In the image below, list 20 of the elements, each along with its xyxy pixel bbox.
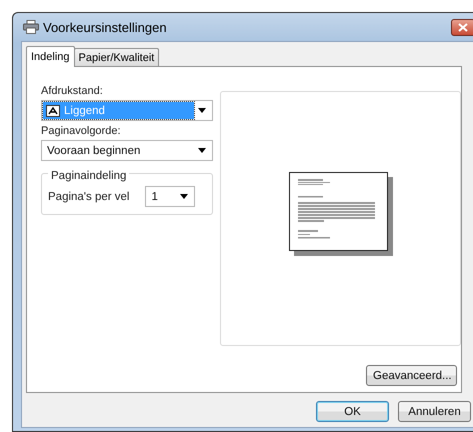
close-icon (458, 22, 468, 32)
field-label: Afdrukstand: (41, 85, 104, 97)
group-title: Paginaindeling (48, 170, 130, 182)
tab[interactable]: Indeling (26, 46, 75, 67)
caret-icon (198, 108, 206, 113)
dialog-button[interactable]: OK (316, 401, 389, 422)
close-button[interactable] (451, 18, 473, 36)
field-label: Paginavolgorde: (41, 125, 122, 137)
caret-icon (198, 148, 206, 153)
dropdown-value: Liggend (64, 104, 105, 116)
printer-icon (23, 20, 39, 34)
field-label: Pagina's per vel (48, 190, 130, 202)
advanced-button[interactable]: Geavanceerd... (366, 365, 457, 386)
caret-icon (180, 194, 188, 199)
pages-per-sheet-dropdown[interactable]: 1 (145, 186, 196, 207)
tab[interactable]: Papier/Kwaliteit (74, 48, 160, 66)
window-title: Voorkeursinstellingen (43, 20, 168, 34)
page-order-dropdown[interactable]: Vooraan beginnen (41, 140, 213, 161)
dialog-button[interactable]: Annuleren (398, 401, 471, 422)
landscape-icon (46, 104, 60, 116)
